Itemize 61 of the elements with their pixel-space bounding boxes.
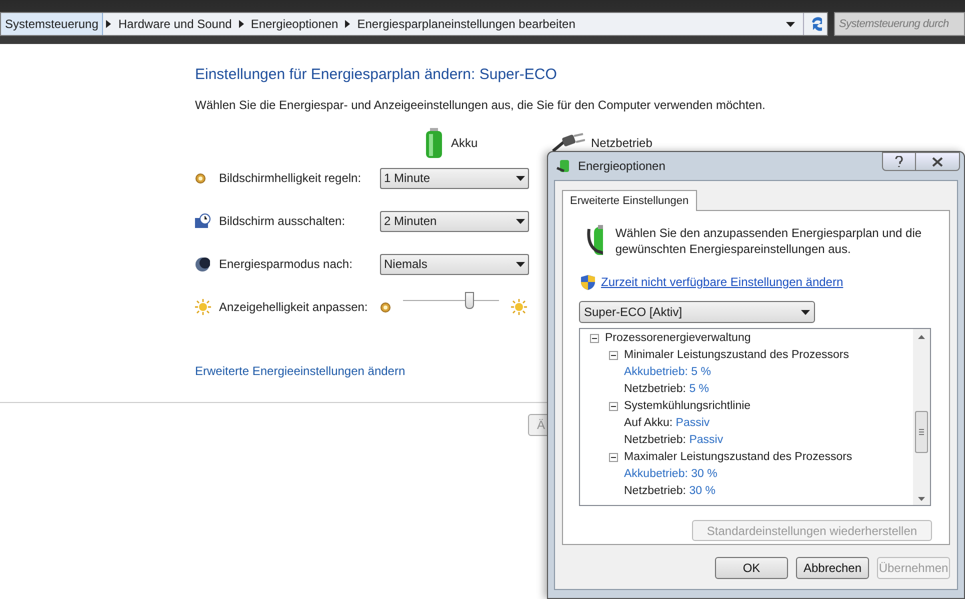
monitor-clock-icon [195,213,211,229]
close-icon [932,156,943,166]
dialog-button[interactable]: OK [715,557,788,579]
dropdown-arrow-icon [516,262,525,266]
setting-label: Bildschirm ausschalten: [219,213,346,230]
breadcrumb[interactable]: Energieoptionen [246,15,342,33]
dialog-title: Energieoptionen [578,158,666,175]
setting-value[interactable]: Netzbetrieb: Passiv [624,432,724,450]
collapse-toggle-icon[interactable] [609,351,618,360]
dropdown-arrow-icon [516,176,525,180]
scrollbar-thumb[interactable] [915,411,928,453]
dialog-button[interactable]: Abbrechen [796,557,869,579]
plan-dropdown[interactable]: Super-ECO [Aktiv] [579,301,815,323]
collapse-toggle-icon[interactable] [609,453,618,462]
grip-icon [919,429,924,435]
setting-label: Energiesparmodus nach: [219,256,354,273]
tree-item[interactable]: Prozessorenergieverwaltung [605,330,751,348]
breadcrumb[interactable]: Energiesparplaneinstellungen bearbeiten [353,15,580,33]
sun-icon [195,299,211,315]
admin-settings-link[interactable]: Zurzeit nicht verfügbare Einstellungen ändern [601,273,844,291]
setting-label: Bildschirmhelligkeit regeln: [219,170,362,187]
column-heading: Netzbetrieb [591,134,652,152]
tree-item[interactable]: Systemkühlungsrichtlinie [624,398,751,416]
scrollbar[interactable] [913,329,930,505]
moon-icon [195,256,210,272]
dropdown[interactable]: Niemals [380,254,529,274]
sun-icon [511,299,527,315]
tree-item[interactable]: Minimaler Leistungszustand des Prozessors [624,346,849,364]
help-icon [895,156,903,167]
setting-value[interactable]: Netzbetrieb: 5 % [624,380,710,398]
setting-value[interactable]: Akkubetrieb: 5 % [624,364,711,382]
collapse-toggle-icon[interactable] [590,334,599,343]
slider-thumb[interactable] [465,292,474,309]
help-button[interactable] [882,152,916,171]
dropdown-arrow-icon [516,218,525,224]
dropdown[interactable]: 1 Minute [380,168,529,188]
shield-icon [581,274,595,290]
collapse-toggle-icon[interactable] [609,402,618,411]
setting-label: Anzeigehelligkeit anpassen: [219,299,369,316]
breadcrumb[interactable]: Hardware und Sound [114,15,236,33]
dropdown-arrow-icon [801,310,810,314]
page-heading: Einstellungen für Energiesparplan ändern: Super-ECO [195,65,558,85]
power-plan-icon [556,158,572,174]
setting-value[interactable]: Auf Akku: Passiv [624,414,710,432]
dropdown[interactable]: 2 Minuten [380,210,529,232]
close-button[interactable] [916,152,960,171]
setting-value[interactable]: Akkubetrieb: 30 % [624,466,718,484]
dimmer-icon [195,172,206,184]
page-description: Wählen Sie die Energiespar- und Anzeigeeinstellungen aus, die Sie für den Computer verwenden möchten. [195,96,766,114]
battery-icon [425,128,443,158]
dropdown-arrow-icon[interactable] [786,22,795,26]
scroll-down-icon[interactable] [918,497,925,501]
column-heading: Akku [451,134,479,152]
tree-item[interactable]: Maximaler Leistungszustand des Prozessors [624,448,852,466]
breadcrumb[interactable]: Systemsteuerung [1,13,104,35]
dimmer-icon [380,302,391,312]
scroll-up-icon[interactable] [918,335,925,339]
intro-text: Wählen Sie den anzupassenden Energiesparplan und die gewünschten Energiespareinstellungen aus. [615,225,923,257]
tab[interactable]: Erweiterte Einstellungen [562,190,697,211]
advanced-settings-link[interactable]: Erweiterte Energieeinstellungen ändern [195,362,406,380]
setting-value[interactable]: Netzbetrieb: 30 % [624,482,716,500]
